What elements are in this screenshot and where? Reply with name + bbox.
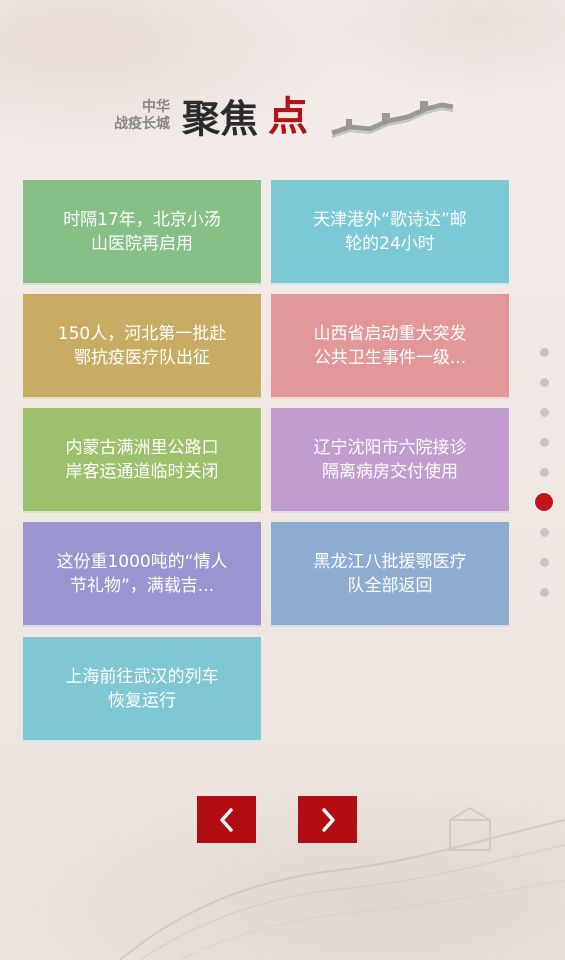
- page-dot[interactable]: [540, 558, 549, 567]
- news-tile-text: 这份重1000吨的“情人 节礼物”，满载吉...: [56, 550, 227, 598]
- sub-brand: 中华 战疫长城: [108, 99, 170, 133]
- news-tile-line2: 队全部返回: [347, 575, 433, 596]
- news-tile-line2: 节礼物”，满载吉...: [69, 575, 214, 596]
- news-tile-text: 内蒙古满洲里公路口 岸客运通道临时关闭: [66, 436, 219, 484]
- news-tile-line2: 恢复运行: [108, 690, 176, 711]
- news-tile-text: 时隔17年，北京小汤 山医院再启用: [63, 208, 221, 256]
- page-dot[interactable]: [540, 408, 549, 417]
- page-dot[interactable]: [540, 438, 549, 447]
- page-title-accent: 点: [268, 93, 308, 140]
- news-tile[interactable]: 时隔17年，北京小汤 山医院再启用: [23, 180, 261, 285]
- news-tile-text: 辽宁沈阳市六院接诊 隔离病房交付使用: [314, 436, 467, 484]
- page-title: 聚焦: [182, 96, 259, 141]
- news-tile-line1: 150人，河北第一批赴: [57, 323, 227, 344]
- news-grid: 时隔17年，北京小汤 山医院再启用 天津港外“歌诗达”邮 轮的24小时 150人…: [23, 180, 510, 743]
- news-tile-line1: 黑龙江八批援鄂医疗: [313, 551, 467, 572]
- news-tile[interactable]: 上海前往武汉的列车 恢复运行: [23, 637, 261, 742]
- news-tile-line2: 鄂抗疫医疗队出征: [73, 347, 210, 368]
- news-tile-line1: 内蒙古满洲里公路口: [65, 437, 219, 458]
- news-tile-text: 黑龙江八批援鄂医疗 队全部返回: [314, 550, 467, 598]
- page-dot[interactable]: [540, 588, 549, 597]
- news-tile-line2: 山医院再启用: [90, 233, 193, 254]
- news-tile-text: 150人，河北第一批赴 鄂抗疫医疗队出征: [58, 322, 226, 370]
- page-dot[interactable]: [540, 348, 549, 357]
- news-tile-line1: 辽宁沈阳市六院接诊: [313, 437, 467, 458]
- page-dot[interactable]: [540, 468, 549, 477]
- great-wall-illustration: [120, 806, 565, 960]
- news-tile[interactable]: 黑龙江八批援鄂医疗 队全部返回: [271, 522, 509, 627]
- news-tile-line1: 这份重1000吨的“情人: [56, 551, 228, 572]
- news-tile-line2: 轮的24小时: [345, 233, 435, 254]
- page-indicator: [530, 343, 560, 603]
- sub-brand-line2: 战疫长城: [114, 116, 170, 132]
- page-dot[interactable]: [540, 528, 549, 537]
- news-tile-line2: 隔离病房交付使用: [322, 461, 458, 482]
- news-tile-line2: 岸客运通道临时关闭: [65, 461, 219, 482]
- news-tile[interactable]: 150人，河北第一批赴 鄂抗疫医疗队出征: [23, 294, 261, 399]
- news-tile-text: 天津港外“歌诗达”邮 轮的24小时: [313, 208, 467, 256]
- news-tile[interactable]: 这份重1000吨的“情人 节礼物”，满载吉...: [23, 522, 261, 627]
- news-tile-text: 上海前往武汉的列车 恢复运行: [66, 665, 219, 713]
- news-tile-line1: 时隔17年，北京小汤: [63, 209, 221, 230]
- page-dot-active[interactable]: [535, 493, 553, 511]
- news-tile[interactable]: 内蒙古满洲里公路口 岸客运通道临时关闭: [23, 408, 261, 513]
- news-tile[interactable]: 天津港外“歌诗达”邮 轮的24小时: [271, 180, 509, 285]
- news-tile-line1: 山西省启动重大突发: [313, 323, 467, 344]
- page-dot[interactable]: [540, 378, 549, 387]
- news-tile-line1: 上海前往武汉的列车: [65, 666, 219, 687]
- sub-brand-line1: 中华: [142, 99, 170, 115]
- great-wall-icon: [331, 101, 454, 138]
- news-tile[interactable]: 辽宁沈阳市六院接诊 隔离病房交付使用: [271, 408, 509, 513]
- news-tile-text: 山西省启动重大突发 公共卫生事件一级...: [314, 322, 467, 370]
- news-tile-line2: 公共卫生事件一级...: [313, 347, 467, 368]
- news-tile[interactable]: 山西省启动重大突发 公共卫生事件一级...: [271, 294, 509, 399]
- news-tile-line1: 天津港外“歌诗达”邮: [313, 209, 467, 230]
- page-header: 中华 战疫长城 聚焦 点: [108, 93, 468, 149]
